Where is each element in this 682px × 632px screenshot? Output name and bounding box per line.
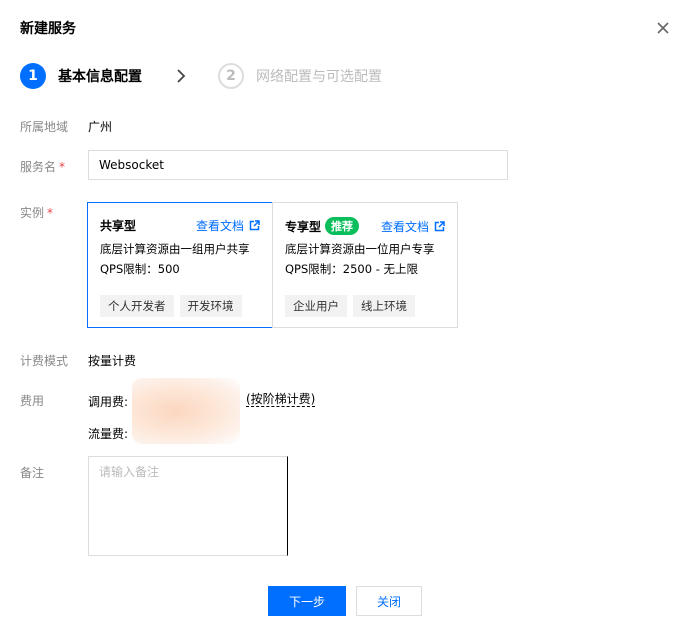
- external-link-icon: [434, 220, 445, 231]
- tier-pricing-link[interactable]: (按阶梯计费): [246, 392, 316, 407]
- chevron-right-icon: [177, 69, 186, 83]
- instance-desc: 底层计算资源由一组用户共享: [100, 242, 250, 256]
- billing-mode-label: 计费模式: [20, 354, 69, 368]
- instance-card-shared[interactable]: 共享型 查看文档 底层计算资源由一组用户共享 QPS限制：500 个人开发者 开…: [87, 202, 273, 328]
- tag: 企业用户: [285, 295, 347, 317]
- region-label: 所属地域: [20, 120, 69, 134]
- instance-label: 实例 *: [20, 206, 54, 220]
- tag: 线上环境: [353, 295, 415, 317]
- view-docs-link[interactable]: 查看文档: [381, 218, 445, 235]
- required-mark: *: [47, 206, 54, 220]
- close-icon[interactable]: [655, 20, 671, 36]
- instance-qps: QPS限制：2500 - 无上限: [285, 262, 419, 276]
- step-number: 1: [20, 63, 46, 89]
- fee-label: 费用: [20, 394, 45, 408]
- remark-label: 备注: [20, 466, 45, 480]
- instance-desc: 底层计算资源由一位用户专享: [285, 242, 435, 256]
- step-label: 基本信息配置: [58, 69, 142, 85]
- instance-name: 共享型: [100, 219, 137, 233]
- call-fee-label: 调用费:: [88, 395, 129, 409]
- service-name-label: 服务名 *: [20, 160, 66, 174]
- step-basic-info[interactable]: 1 基本信息配置: [20, 62, 142, 90]
- step-number: 2: [218, 63, 244, 89]
- external-link-icon: [249, 220, 260, 231]
- region-value: 广州: [88, 120, 113, 134]
- service-name-input[interactable]: [88, 150, 508, 180]
- view-docs-link[interactable]: 查看文档: [196, 217, 260, 234]
- billing-mode-value: 按量计费: [88, 354, 137, 368]
- instance-qps: QPS限制：500: [100, 262, 180, 276]
- recommended-badge: 推荐: [325, 217, 360, 235]
- dialog-title: 新建服务: [20, 21, 76, 37]
- step-network-config[interactable]: 2 网络配置与可选配置: [218, 62, 382, 90]
- required-mark: *: [59, 160, 66, 174]
- tag: 开发环境: [179, 295, 242, 317]
- close-button[interactable]: 关闭: [356, 586, 422, 616]
- step-label: 网络配置与可选配置: [256, 69, 382, 85]
- traffic-fee-label: 流量费:: [88, 427, 129, 441]
- tag: 个人开发者: [100, 295, 174, 317]
- remark-textarea[interactable]: [88, 456, 288, 556]
- instance-name: 专享型: [285, 219, 322, 234]
- next-step-button[interactable]: 下一步: [268, 586, 346, 616]
- redacted-fee-value: [132, 378, 240, 444]
- instance-card-dedicated[interactable]: 专享型 推荐 查看文档 底层计算资源由一位用户专享 QPS限制：2500 - 无上…: [272, 202, 458, 328]
